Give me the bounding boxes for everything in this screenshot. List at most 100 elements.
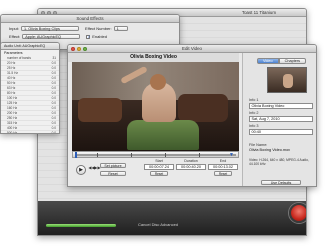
band-value[interactable]: 0.0 <box>52 86 56 90</box>
band-label: 250 Hz <box>7 116 18 120</box>
effect-number-label: Effect Number: <box>85 26 112 31</box>
zoom-window-button[interactable] <box>83 47 87 51</box>
info3-field[interactable]: 00:40 <box>249 129 313 135</box>
effect-row: Effect: Apple: AUGraphicEQ Enabled <box>9 34 107 39</box>
play-button[interactable]: ▶ <box>76 165 86 175</box>
band-list: 20 Hz 0.0 25 Hz 0.0 31.5 Hz 0.0 40 Hz 0.0 50 Hz 0… <box>1 61 59 134</box>
band-label: 315 Hz <box>7 121 18 125</box>
band-value[interactable]: 0.0 <box>52 111 56 115</box>
sound-effects-titlebar: Sound Effects <box>1 15 179 23</box>
tab-chapters[interactable]: Chapters <box>278 58 307 64</box>
video-thumbnail <box>267 67 307 93</box>
video-preview[interactable] <box>72 62 239 151</box>
audio-unit-window: Audio Unit: AUGraphicEQ Parameters numbe… <box>0 42 60 134</box>
band-value[interactable]: 0.0 <box>52 96 56 100</box>
set-picture-button[interactable]: Set picture <box>100 163 126 168</box>
info1-label: Info 1 <box>249 98 259 102</box>
band-label: 100 Hz <box>7 96 18 100</box>
band-label: 31.5 Hz <box>7 71 18 75</box>
band-label: 50 Hz <box>7 81 16 85</box>
effect-select[interactable]: Apple: AUGraphicEQ <box>22 34 81 39</box>
band-label: 80 Hz <box>7 91 16 95</box>
chapter-marker[interactable] <box>199 153 200 157</box>
band-value[interactable]: 0.0 <box>52 121 56 125</box>
band-label: 25 Hz <box>7 66 16 70</box>
file-name-label: File Name: <box>249 143 268 147</box>
edit-video-titlebar: Edit Video <box>68 45 316 53</box>
minimize-window-button[interactable] <box>77 47 81 51</box>
reset-picture-button[interactable]: Reset <box>100 171 126 176</box>
band-value[interactable]: 0.0 <box>52 131 56 133</box>
effect-number-select[interactable]: 1 <box>113 26 128 31</box>
enabled-label: Enabled <box>92 34 107 39</box>
video-frame-cushion <box>178 94 228 122</box>
record-button[interactable] <box>289 203 306 223</box>
band-value[interactable]: 0.0 <box>52 101 56 105</box>
band-label: 125 Hz <box>7 101 18 105</box>
band-value[interactable]: 0.0 <box>52 76 56 80</box>
band-value[interactable]: 0.0 <box>52 126 56 130</box>
info2-label: Info 2 <box>249 111 259 115</box>
band-label: 400 Hz <box>7 126 18 130</box>
use-defaults-button[interactable]: Use Defaults <box>261 180 301 185</box>
end-set-button[interactable]: Reset <box>214 171 232 176</box>
end-marker-icon[interactable]: ▼ <box>229 152 234 158</box>
end-time-field[interactable]: 00:00:13.02 <box>208 164 238 170</box>
file-details: Video: H.264, 640 x 480, MPEG-4 Audio, 4… <box>249 158 309 166</box>
start-time-field[interactable]: 00:00:07.24 <box>144 164 174 170</box>
band-label: 20 Hz <box>7 61 16 65</box>
band-value[interactable]: 0.0 <box>52 116 56 120</box>
input-row: Input: 1. Olivia Boxing Clips Effect Num… <box>9 26 128 31</box>
duration-field: 00:00:40.20 <box>176 164 206 170</box>
info1-field[interactable]: Olivia Boxing Video <box>249 103 313 109</box>
close-window-button[interactable] <box>71 47 75 51</box>
end-time-group: End 00:00:13.02 Reset <box>208 159 238 176</box>
input-select[interactable]: 1. Olivia Boxing Clips <box>21 26 80 31</box>
band-count-label: number of bands <box>7 56 31 60</box>
input-label: Input: <box>9 26 20 31</box>
sound-effects-title: Sound Effects <box>76 16 104 21</box>
edit-video-title: Edit Video <box>182 46 202 51</box>
band-value[interactable]: 0.0 <box>52 71 56 75</box>
toast-bottom-bar: Cancel Disc Advanced <box>38 201 306 235</box>
window-controls <box>71 47 87 51</box>
playback-controls: ▶ ◀◀ ▶▶ Set picture Reset Start 00:00:07… <box>72 159 239 185</box>
playhead-handle[interactable] <box>75 152 77 158</box>
band-value[interactable]: 0.0 <box>52 81 56 85</box>
chapter-marker[interactable] <box>165 153 166 157</box>
chapter-marker[interactable] <box>97 153 98 157</box>
timeline-track <box>75 154 236 156</box>
inspector-tabs: Video Chapters <box>257 58 307 64</box>
band-label: 200 Hz <box>7 111 18 115</box>
band-value[interactable]: 0.0 <box>52 91 56 95</box>
band-label: 160 Hz <box>7 106 18 110</box>
info2-field[interactable]: Sat, Aug 7, 2010 <box>249 116 313 122</box>
duration-group: Duration 00:00:40.20 <box>176 159 206 170</box>
band-label: 500 Hz <box>7 131 18 134</box>
band-value[interactable]: 0.0 <box>52 66 56 70</box>
tab-video[interactable]: Video <box>257 58 279 64</box>
effect-label: Effect: <box>9 34 21 39</box>
band-row: 500 Hz 0.0 <box>1 131 59 134</box>
video-frame-head <box>150 74 166 90</box>
band-count-value[interactable]: 31 <box>52 56 56 60</box>
thumbnail-figure <box>283 74 293 88</box>
band-value[interactable]: 0.0 <box>52 106 56 110</box>
video-frame-cushion <box>78 98 122 122</box>
enabled-checkbox[interactable] <box>86 34 91 39</box>
video-title: Olivia Boxing Video <box>68 53 239 62</box>
band-label: 40 Hz <box>7 76 16 80</box>
timeline-scrubber[interactable]: ▼ <box>72 151 239 158</box>
chapter-marker[interactable] <box>131 153 132 157</box>
info3-label: Info 3 <box>249 124 259 128</box>
toast-bottom-text: Cancel Disc Advanced <box>138 222 179 227</box>
start-set-button[interactable]: Reset <box>150 171 168 176</box>
file-name-value: Olivia Boxing Video.mov <box>249 148 291 152</box>
video-frame-blanket <box>127 120 199 150</box>
edit-video-window: Edit Video Olivia Boxing Video ▼ ▶ ◀◀ ▶▶… <box>67 44 317 187</box>
band-value[interactable]: 0.0 <box>52 61 56 65</box>
inspector-panel: Video Chapters Info 1 Olivia Boxing Vide… <box>242 53 316 186</box>
start-time-group: Start 00:00:07.24 Reset <box>144 159 174 176</box>
disc-capacity-bar <box>46 224 116 227</box>
toast-window-title: Toast 11 Titanium <box>241 10 276 15</box>
